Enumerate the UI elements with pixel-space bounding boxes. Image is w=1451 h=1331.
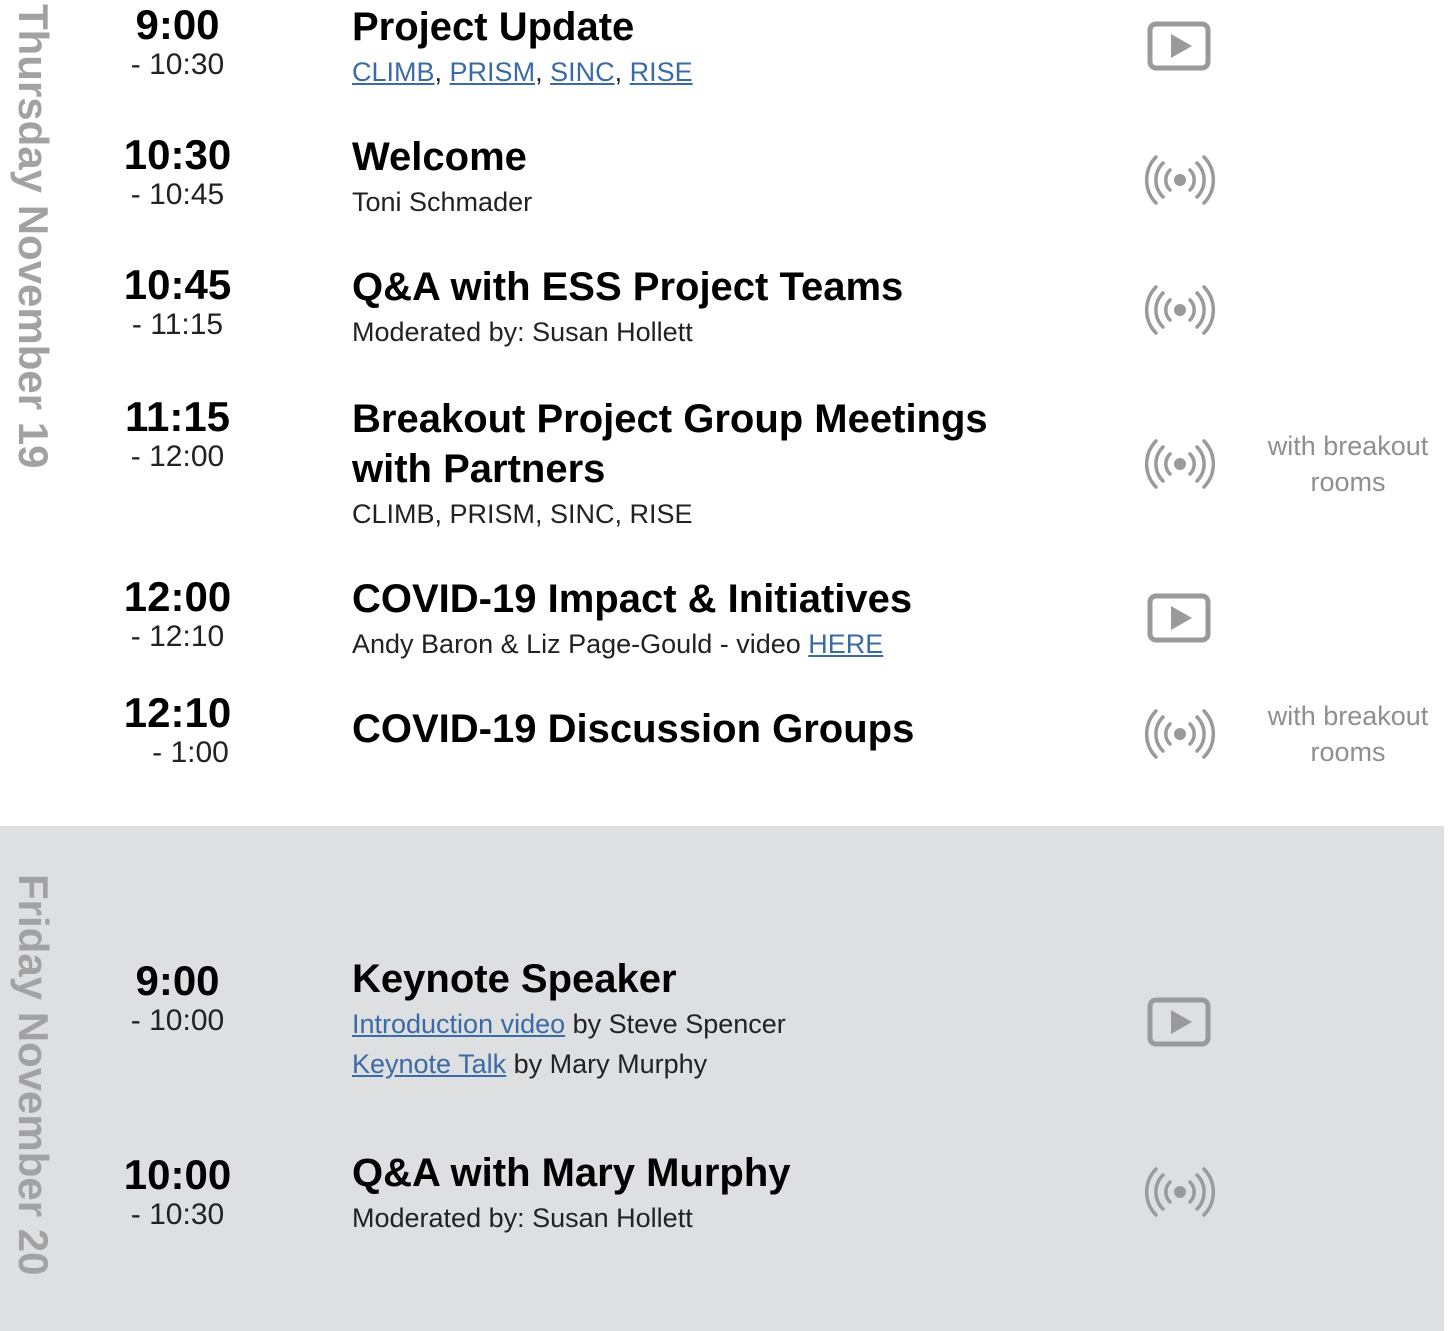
session-links: CLIMB, PRISM, SINC, RISE bbox=[352, 57, 693, 87]
live-broadcast-icon[interactable] bbox=[1140, 280, 1220, 340]
video-here-link[interactable]: HERE bbox=[808, 629, 883, 659]
session-time: 9:00 - 10:30 bbox=[110, 2, 245, 82]
session-time: 11:15 - 12:00 bbox=[110, 394, 245, 474]
session-speakers: Andy Baron & Liz Page-Gould - video HERE bbox=[352, 624, 1072, 664]
session-content: Q&A with Mary Murphy Moderated by: Susan… bbox=[352, 1148, 1072, 1238]
friday-section: Friday November 20 9:00 - 10:00 Keynote … bbox=[0, 826, 1444, 1331]
live-broadcast-icon[interactable] bbox=[1140, 150, 1220, 210]
keynote-speaker: by Mary Murphy bbox=[506, 1049, 708, 1079]
time-start: 10:30 bbox=[123, 131, 232, 178]
intro-speaker: by Steve Spencer bbox=[565, 1009, 786, 1039]
link-prism[interactable]: PRISM bbox=[450, 57, 536, 87]
breakout-rooms-note: with breakout rooms bbox=[1267, 431, 1429, 497]
time-end: - 1:00 bbox=[152, 736, 229, 769]
thursday-section: Thursday November 19 9:00 - 10:30 Projec… bbox=[0, 0, 1444, 826]
session-time: 12:00 - 12:10 bbox=[110, 574, 245, 654]
session-title: Keynote Speaker bbox=[352, 957, 677, 1001]
session-title: Project Update bbox=[352, 5, 635, 49]
time-end: - 12:10 bbox=[130, 620, 225, 653]
session-content: Keynote Speaker Introduction video by St… bbox=[352, 954, 1072, 1084]
play-icon[interactable] bbox=[1140, 590, 1220, 650]
time-start: 9:00 bbox=[135, 1, 220, 48]
session-time: 10:00 - 10:30 bbox=[110, 1152, 245, 1232]
link-climb[interactable]: CLIMB bbox=[352, 57, 435, 87]
session-groups: CLIMB, PRISM, SINC, RISE bbox=[352, 499, 693, 529]
introduction-video-link[interactable]: Introduction video bbox=[352, 1009, 565, 1039]
play-icon[interactable] bbox=[1140, 18, 1220, 78]
time-start: 12:00 bbox=[123, 573, 232, 620]
session-content: COVID-19 Impact & Initiatives Andy Baron… bbox=[352, 574, 1072, 664]
time-end: - 10:00 bbox=[130, 1004, 225, 1037]
keynote-line-talk: Keynote Talk by Mary Murphy bbox=[352, 1044, 1072, 1084]
session-time: 9:00 - 10:00 bbox=[110, 958, 245, 1038]
session-content: Project Update CLIMB, PRISM, SINC, RISE bbox=[352, 2, 1072, 92]
live-broadcast-icon[interactable] bbox=[1140, 434, 1220, 494]
session-title-line1: Breakout Project Group Meetings bbox=[352, 397, 988, 441]
day-label-friday: Friday November 20 bbox=[10, 874, 57, 1276]
session-title: Welcome bbox=[352, 135, 527, 179]
day-label-thursday: Thursday November 19 bbox=[10, 4, 57, 469]
time-end: - 10:45 bbox=[130, 178, 225, 211]
session-moderator: Moderated by: Susan Hollett bbox=[352, 1203, 693, 1233]
time-start: 10:45 bbox=[123, 261, 232, 308]
play-icon[interactable] bbox=[1140, 994, 1220, 1054]
session-title: Q&A with ESS Project Teams bbox=[352, 265, 904, 309]
breakout-rooms-note: with breakout rooms bbox=[1267, 701, 1429, 767]
time-start: 11:15 bbox=[124, 393, 231, 440]
time-end: - 11:15 bbox=[131, 308, 224, 341]
link-sinc[interactable]: SINC bbox=[550, 57, 615, 87]
time-end: - 10:30 bbox=[130, 48, 225, 81]
session-content: Q&A with ESS Project Teams Moderated by:… bbox=[352, 262, 1072, 352]
time-end: - 12:00 bbox=[130, 440, 225, 473]
session-title: Q&A with Mary Murphy bbox=[352, 1151, 791, 1195]
speakers-text: Andy Baron & Liz Page-Gould - video bbox=[352, 629, 809, 659]
session-content: Breakout Project Group Meetings with Par… bbox=[352, 394, 1072, 534]
keynote-talk-link[interactable]: Keynote Talk bbox=[352, 1049, 506, 1079]
session-speaker: Toni Schmader bbox=[352, 187, 533, 217]
session-moderator: Moderated by: Susan Hollett bbox=[352, 317, 693, 347]
session-time: 10:45 - 11:15 bbox=[110, 262, 245, 342]
session-content: COVID-19 Discussion Groups bbox=[352, 704, 1072, 754]
live-broadcast-icon[interactable] bbox=[1140, 704, 1220, 764]
session-title: COVID-19 Discussion Groups bbox=[352, 707, 915, 751]
session-title-line2: with Partners bbox=[352, 447, 606, 491]
session-time: 10:30 - 10:45 bbox=[110, 132, 245, 212]
time-end: - 10:30 bbox=[130, 1198, 225, 1231]
session-content: Welcome Toni Schmader bbox=[352, 132, 1072, 222]
time-start: 10:00 bbox=[123, 1151, 232, 1198]
time-start: 12:10 bbox=[123, 689, 232, 736]
session-title: COVID-19 Impact & Initiatives bbox=[352, 577, 913, 621]
live-broadcast-icon[interactable] bbox=[1140, 1162, 1220, 1222]
time-start: 9:00 bbox=[135, 957, 220, 1004]
keynote-line-intro: Introduction video by Steve Spencer bbox=[352, 1004, 1072, 1044]
session-time: 12:10 - 1:00 bbox=[110, 690, 245, 770]
link-rise[interactable]: RISE bbox=[630, 57, 693, 87]
